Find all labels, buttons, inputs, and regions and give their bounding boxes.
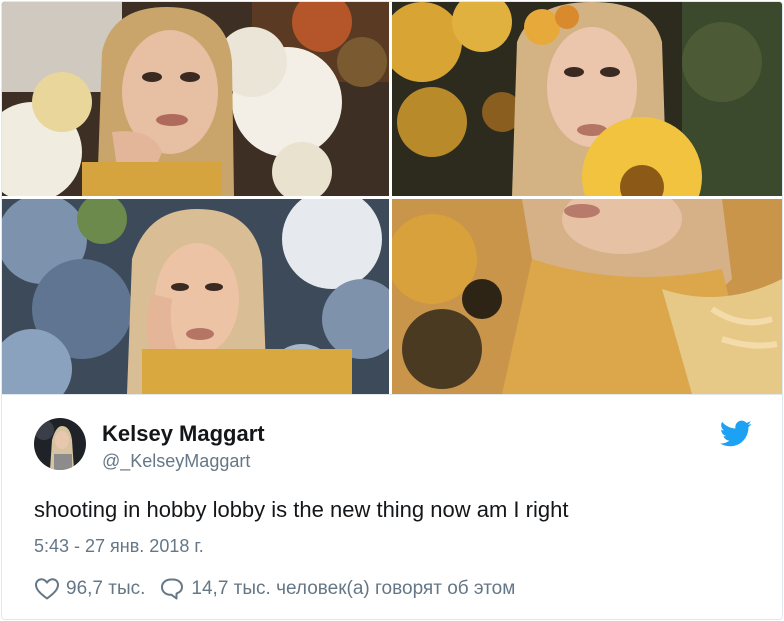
twitter-bird-icon[interactable]: [719, 420, 752, 448]
tweet-timestamp[interactable]: 5:43 - 27 янв. 2018 г.: [34, 536, 204, 557]
photo-4[interactable]: [392, 199, 782, 394]
media-divider: [2, 394, 782, 395]
photo-2-image: [392, 2, 782, 196]
photo-grid: [2, 2, 782, 394]
avatar[interactable]: [34, 418, 86, 470]
conversation-button[interactable]: 14,7 тыс. человек(а) говорят об этом: [159, 577, 515, 601]
heart-icon: [35, 578, 59, 600]
photo-4-image: [392, 199, 782, 394]
tweet-card: Kelsey Maggart @_KelseyMaggart shooting …: [1, 1, 783, 620]
photo-1[interactable]: [2, 2, 389, 196]
avatar-image: [34, 418, 86, 470]
photo-3[interactable]: [2, 199, 389, 394]
tweet-actions: 96,7 тыс. 14,7 тыс. человек(а) говорят о…: [34, 576, 515, 602]
photo-2[interactable]: [392, 2, 782, 196]
conversation-label: 14,7 тыс. человек(а) говорят об этом: [191, 578, 516, 599]
photo-3-image: [2, 199, 389, 394]
like-count: 96,7 тыс.: [66, 578, 146, 599]
tweet-text: shooting in hobby lobby is the new thing…: [34, 497, 569, 522]
like-button[interactable]: 96,7 тыс.: [34, 577, 145, 601]
twitter-logo: [719, 420, 752, 447]
photo-1-image: [2, 2, 389, 196]
author-handle[interactable]: @_KelseyMaggart: [102, 451, 250, 472]
speech-bubble-icon: [161, 578, 184, 600]
author-name[interactable]: Kelsey Maggart: [102, 421, 265, 447]
